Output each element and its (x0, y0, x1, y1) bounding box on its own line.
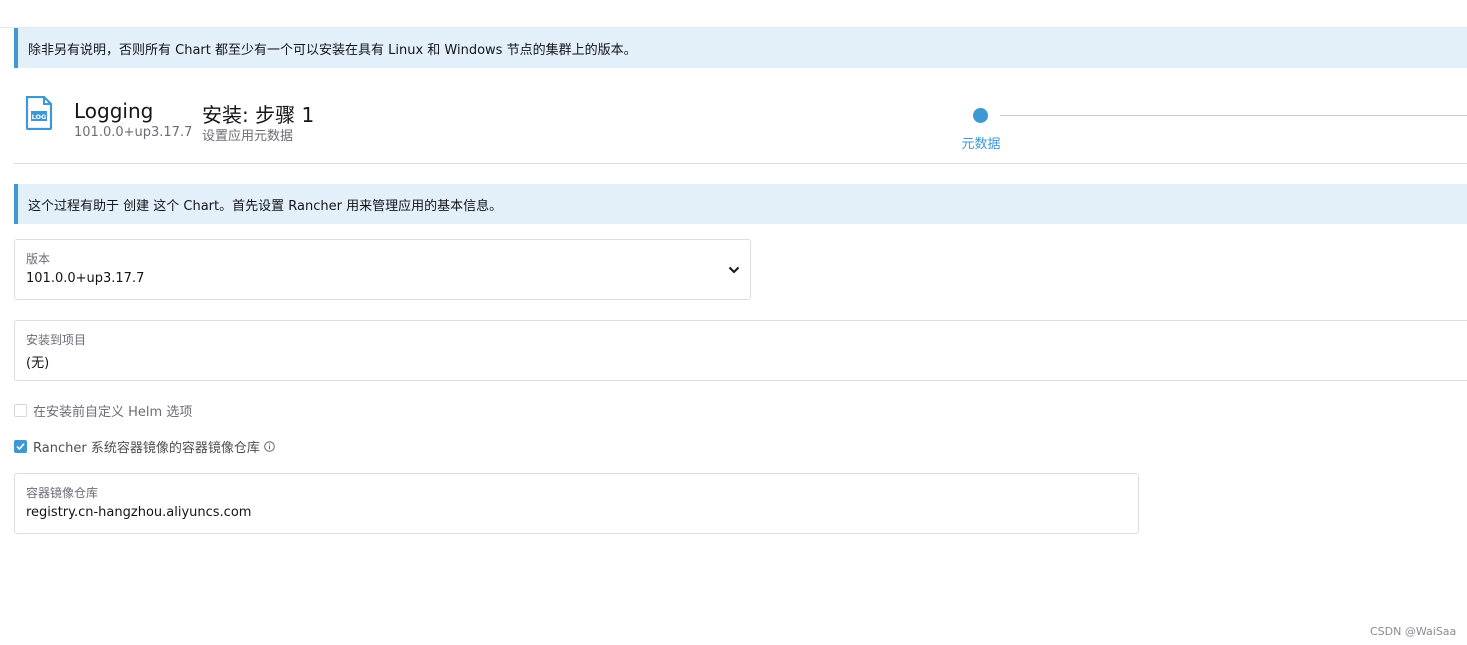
chart-header: LOG Logging 101.0.0+up3.17.7 安装: 步骤 1 设置… (14, 68, 1467, 164)
checkmark-icon (16, 443, 25, 451)
step-title: 安装: 步骤 1 (202, 103, 315, 127)
project-field-value: (无) (26, 356, 50, 371)
version-select-label: 版本 (26, 252, 51, 266)
system-registry-label: Rancher 系统容器镜像的容器镜像仓库 (33, 441, 260, 456)
customize-helm-option[interactable]: 在安装前自定义 Helm 选项 (14, 401, 192, 420)
project-field[interactable]: 安装到项目 (无) (14, 320, 1467, 381)
watermark: CSDN @WaiSaa (1370, 625, 1457, 638)
log-file-icon-text: LOG (32, 113, 47, 121)
system-registry-checkbox[interactable] (14, 440, 27, 453)
registry-input[interactable]: 容器镜像仓库 registry.cn-hangzhou.aliyuncs.com (14, 473, 1139, 534)
customize-helm-checkbox[interactable] (14, 404, 27, 417)
chevron-down-icon[interactable] (728, 264, 740, 276)
log-file-icon: LOG (25, 96, 53, 130)
app-name: Logging (74, 99, 154, 123)
app-version: 101.0.0+up3.17.7 (74, 125, 193, 140)
version-select-value: 101.0.0+up3.17.7 (26, 271, 145, 286)
stepper-line (1000, 115, 1467, 116)
process-info-banner: 这个过程有助于 创建 这个 Chart。首先设置 Rancher 用来管理应用的… (14, 184, 1467, 224)
system-registry-option[interactable]: Rancher 系统容器镜像的容器镜像仓库 (14, 437, 275, 456)
customize-helm-label: 在安装前自定义 Helm 选项 (33, 405, 193, 420)
registry-input-label: 容器镜像仓库 (26, 486, 99, 500)
stepper-step-dot (973, 108, 988, 123)
stepper-step-label: 元数据 (961, 137, 1001, 152)
version-select[interactable]: 版本 101.0.0+up3.17.7 (14, 239, 751, 300)
info-icon[interactable] (264, 441, 275, 452)
windows-support-banner: 除非另有说明，否则所有 Chart 都至少有一个可以安装在具有 Linux 和 … (14, 28, 1467, 68)
windows-support-banner-text: 除非另有说明，否则所有 Chart 都至少有一个可以安装在具有 Linux 和 … (28, 42, 637, 58)
process-info-banner-text: 这个过程有助于 创建 这个 Chart。首先设置 Rancher 用来管理应用的… (28, 198, 503, 214)
registry-input-value[interactable]: registry.cn-hangzhou.aliyuncs.com (26, 505, 251, 520)
step-subtitle: 设置应用元数据 (202, 129, 294, 144)
project-field-label: 安装到项目 (26, 333, 87, 347)
